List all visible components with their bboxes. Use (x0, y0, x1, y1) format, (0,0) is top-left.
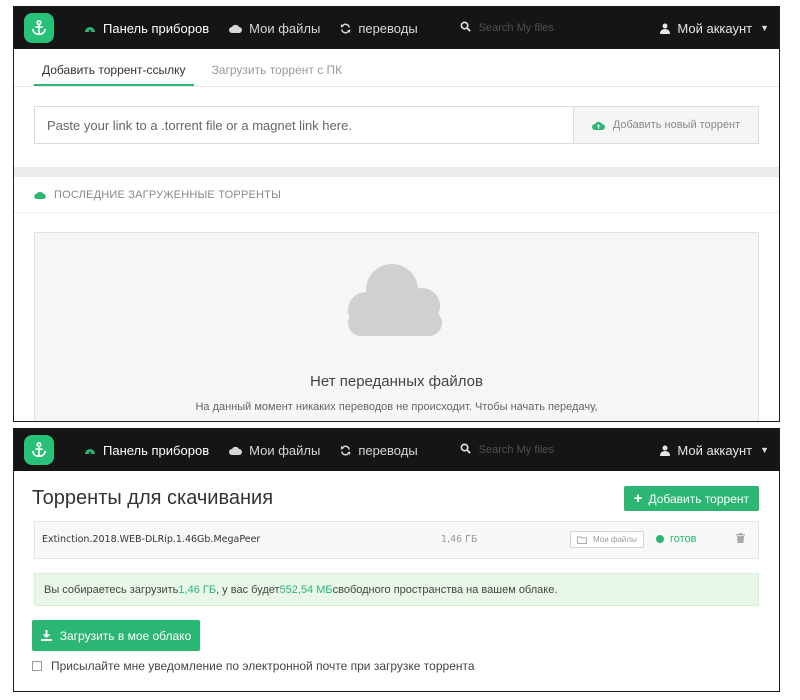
my-files-button-label: Мои файлы (593, 535, 637, 544)
caret-down-icon: ▼ (760, 23, 769, 33)
nav-dashboard[interactable]: Панель приборов (84, 443, 209, 458)
add-torrent-tabs: Добавить торрент-ссылку Загрузить торрен… (14, 49, 779, 87)
cloud-icon (229, 24, 243, 33)
status-dot (656, 535, 664, 543)
top-navbar: Панель приборов Мои файлы переводы Мой а… (14, 7, 779, 49)
status-label: готов (670, 533, 697, 545)
nav-my-files[interactable]: Мои файлы (229, 443, 320, 458)
nav-my-files-label: Мои файлы (249, 20, 321, 36)
empty-subtitle: На данный момент никаких переводов не пр… (195, 401, 598, 413)
file-size: 1,46 ГБ (441, 534, 478, 545)
empty-title: Нет переданных файлов (310, 373, 483, 390)
add-new-torrent-button[interactable]: Добавить новый торрент (573, 107, 758, 143)
trash-icon[interactable] (736, 533, 745, 546)
notice-free-space: 552,54 МБ (279, 583, 333, 596)
nav-account-label: Мой аккаунт (677, 442, 753, 458)
user-icon (660, 23, 671, 34)
search-icon (460, 19, 471, 37)
status-badge: готов (656, 533, 697, 545)
tab-upload-file[interactable]: Загрузить торрент с ПК (204, 63, 351, 86)
nav-search (460, 441, 599, 459)
add-new-torrent-label: Добавить новый торрент (612, 119, 741, 131)
search-icon (460, 441, 471, 459)
page-title: Торренты для скачивания (32, 487, 274, 509)
nav-account-label: Мой аккаунт (677, 20, 753, 36)
torrents-to-download-panel: Панель приборов Мои файлы переводы Мой а… (13, 428, 780, 692)
add-torrent-label: Добавить торрент (648, 491, 749, 506)
nav-account[interactable]: Мой аккаунт ▼ (660, 429, 769, 471)
nav-transfers[interactable]: переводы (340, 20, 418, 36)
file-name: Extinction.2018.WEB-DLRip.1.46Gb.MegaPee… (42, 534, 261, 545)
nav-search (460, 19, 599, 37)
notice-size: 1,46 ГБ (178, 583, 217, 596)
caret-down-icon: ▼ (760, 445, 769, 455)
cloud-upload-icon (591, 120, 605, 130)
folder-icon (577, 536, 587, 544)
notice-text-1: Вы собираетесь загрузить (44, 583, 179, 596)
plus-icon: + (633, 490, 643, 507)
cloud-icon (34, 191, 46, 199)
torrent-file-row: Extinction.2018.WEB-DLRip.1.46Gb.MegaPee… (34, 521, 759, 559)
empty-transfers-box: Нет переданных файлов На данный момент н… (34, 232, 759, 421)
section-divider (14, 167, 779, 177)
recent-torrents-title: ПОСЛЕДНИЕ ЗАГРУЖЕННЫЕ ТОРРЕНТЫ (54, 188, 282, 201)
notice-text-2: , у вас будет (216, 583, 280, 596)
torrents-header: Торренты для скачивания + Добавить торре… (14, 471, 779, 521)
nav-dashboard[interactable]: Панель приборов (84, 21, 209, 36)
upload-to-cloud-button[interactable]: Загрузить в мое облако (32, 620, 200, 651)
user-icon (660, 445, 671, 456)
torrent-link-input[interactable] (35, 107, 573, 143)
upload-to-cloud-label: Загрузить в мое облако (59, 628, 192, 643)
add-torrent-panel: Панель приборов Мои файлы переводы Мой а… (13, 6, 780, 422)
storage-notice: Вы собираетесь загрузить 1,46 ГБ , у вас… (34, 573, 759, 606)
my-files-button[interactable]: Мои файлы (570, 531, 644, 548)
dashboard-icon (84, 445, 96, 455)
nav-transfers[interactable]: переводы (340, 442, 418, 458)
refresh-icon (340, 23, 351, 34)
top-navbar: Панель приборов Мои файлы переводы Мой а… (14, 429, 779, 471)
add-torrent-button[interactable]: + Добавить торрент (623, 486, 759, 511)
dashboard-icon (84, 23, 96, 33)
download-icon (40, 630, 52, 641)
nav-transfers-label: переводы (358, 20, 418, 36)
nav-dashboard-label: Панель приборов (103, 442, 210, 458)
recent-torrents-header: ПОСЛЕДНИЕ ЗАГРУЖЕННЫЕ ТОРРЕНТЫ (14, 177, 779, 213)
refresh-icon (340, 445, 351, 456)
nav-transfers-label: переводы (358, 442, 418, 458)
empty-cloud-icon (340, 258, 450, 343)
anchor-icon[interactable] (24, 13, 54, 43)
nav-account[interactable]: Мой аккаунт ▼ (660, 7, 769, 49)
search-input[interactable] (478, 444, 599, 456)
nav-my-files[interactable]: Мои файлы (229, 21, 320, 36)
anchor-icon[interactable] (24, 435, 54, 465)
nav-my-files-label: Мои файлы (249, 442, 321, 458)
search-input[interactable] (478, 22, 599, 34)
tab-add-link[interactable]: Добавить торрент-ссылку (34, 63, 194, 86)
cloud-icon (229, 446, 243, 455)
email-notify-label: Присылайте мне уведомление по электронно… (51, 659, 475, 673)
email-notify-checkbox[interactable] (32, 661, 42, 671)
nav-dashboard-label: Панель приборов (103, 20, 210, 36)
notice-text-3: свободного пространства на вашем облаке. (332, 583, 558, 596)
add-link-row: Добавить новый торрент (34, 106, 759, 144)
email-notify-row: Присылайте мне уведомление по электронно… (32, 659, 779, 673)
